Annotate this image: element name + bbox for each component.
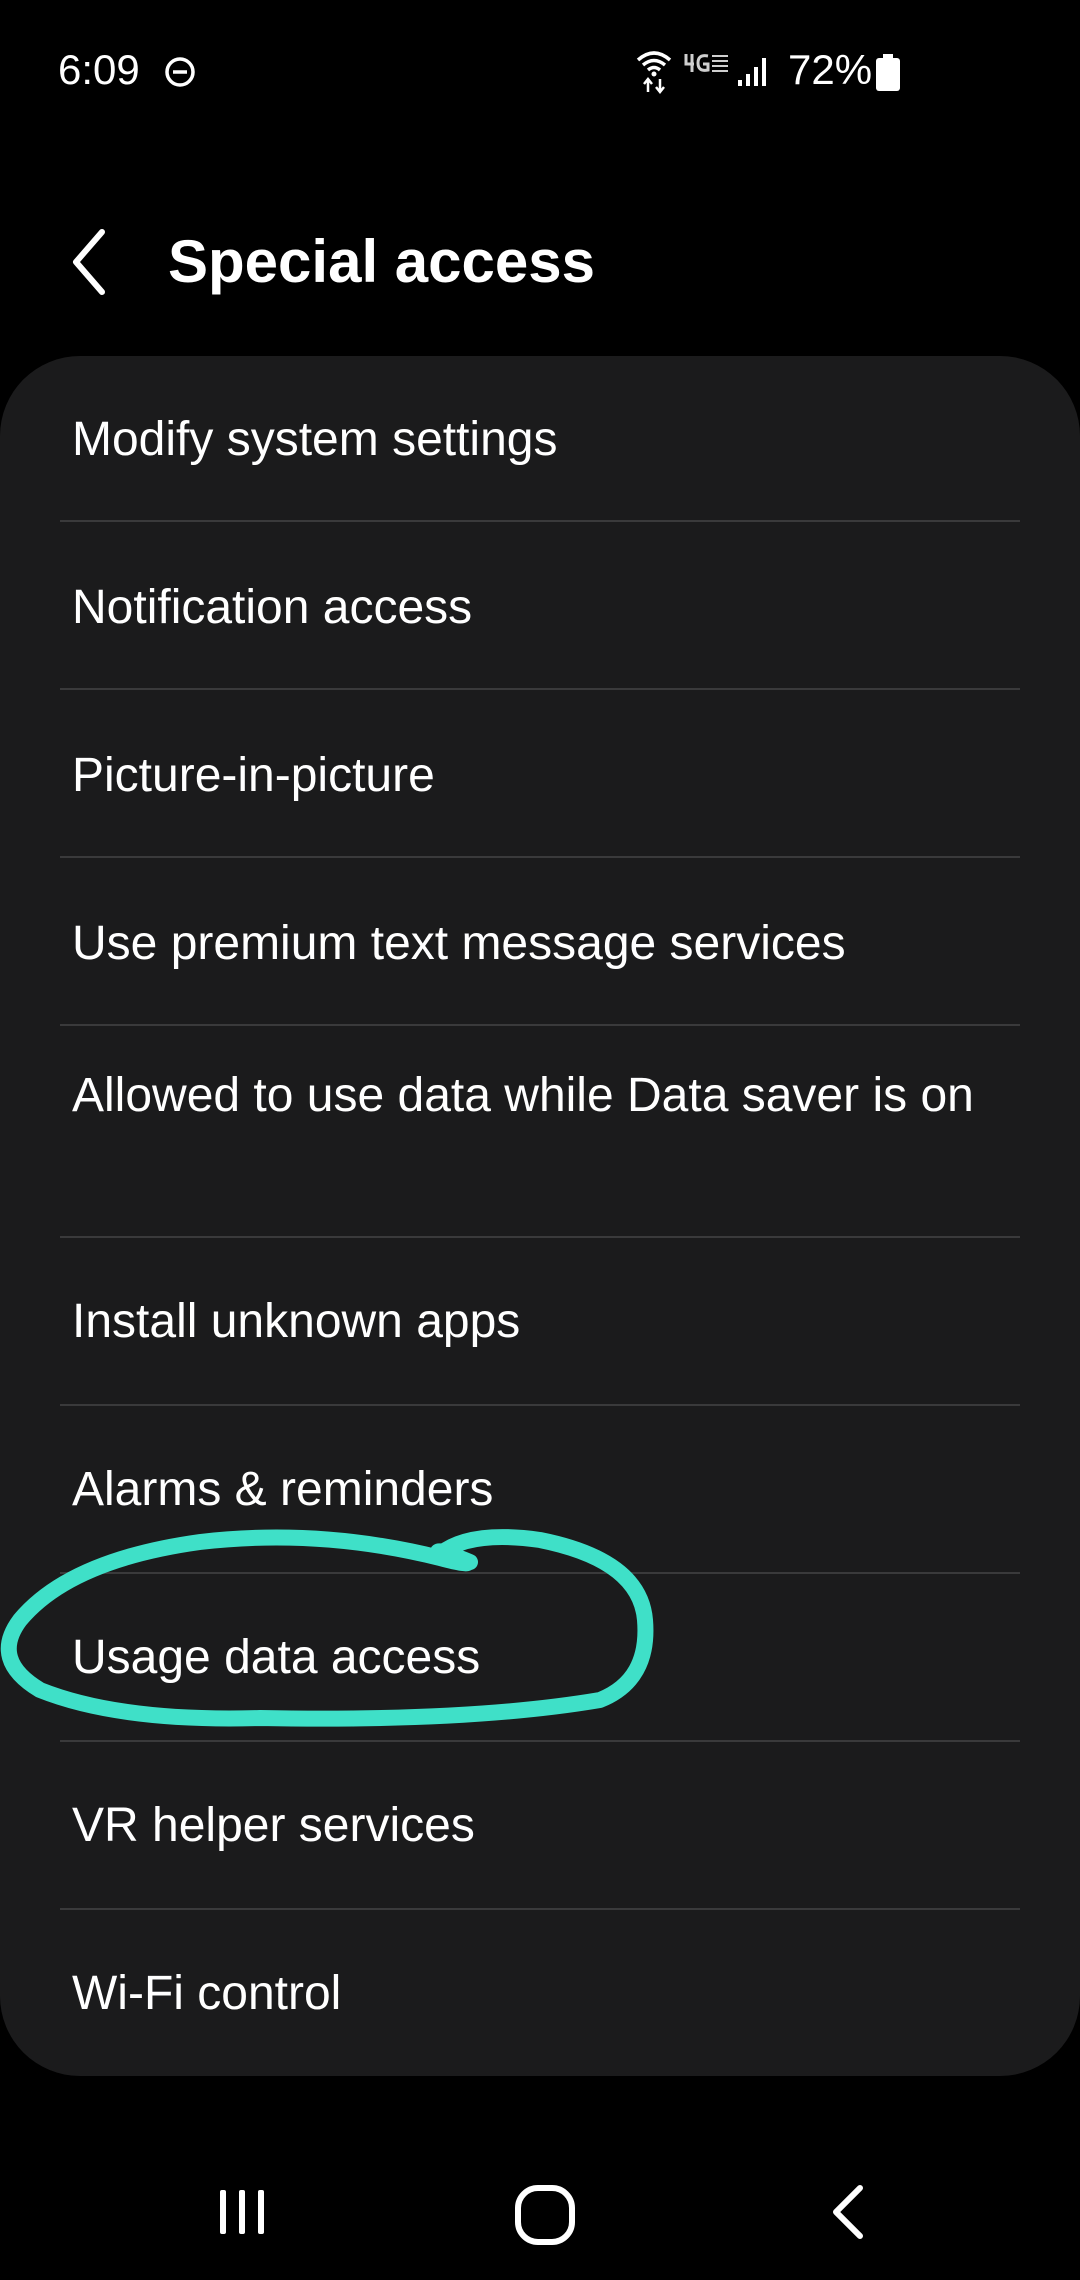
list-item-label: Modify system settings xyxy=(72,413,558,466)
list-item-wifi-control[interactable]: Wi-Fi control xyxy=(0,1910,1080,2076)
list-item-alarms-reminders[interactable]: Alarms & reminders xyxy=(0,1406,1080,1572)
battery-percentage: 72% xyxy=(788,46,873,93)
list-item-label: Alarms & reminders xyxy=(72,1463,494,1516)
list-item-label: Notification access xyxy=(72,581,473,634)
list-item-modify-system-settings[interactable]: Modify system settings xyxy=(0,356,1080,524)
navigation-bar xyxy=(0,2140,1080,2280)
home-icon[interactable] xyxy=(512,2182,578,2248)
status-time: 6:09 xyxy=(58,46,140,93)
list-item-label: Allowed to use data while Data saver is … xyxy=(72,1069,974,1122)
special-access-list: Modify system settings Notification acce… xyxy=(0,356,1080,2076)
recent-apps-icon[interactable] xyxy=(212,2182,272,2242)
list-item-notification-access[interactable]: Notification access xyxy=(0,522,1080,690)
signal-icon xyxy=(738,58,766,86)
list-item-vr-helper-services[interactable]: VR helper services xyxy=(0,1742,1080,1908)
list-item-label: Wi-Fi control xyxy=(72,1967,342,2020)
list-item-label: Install unknown apps xyxy=(72,1295,521,1348)
list-item-label: VR helper services xyxy=(72,1799,475,1852)
do-not-disturb-icon xyxy=(165,57,195,87)
list-item-data-saver-access[interactable]: Allowed to use data while Data saver is … xyxy=(0,1026,1080,1236)
page-title: Special access xyxy=(168,228,596,295)
back-button[interactable] xyxy=(58,222,128,302)
wifi-icon xyxy=(636,51,672,94)
list-item-picture-in-picture[interactable]: Picture-in-picture xyxy=(0,690,1080,858)
list-item-label: Picture-in-picture xyxy=(72,749,435,802)
back-icon[interactable] xyxy=(824,2182,874,2242)
status-bar: 6:09 72% xyxy=(0,0,1080,140)
list-item-premium-text-message[interactable]: Use premium text message services xyxy=(0,858,1080,1026)
list-item-install-unknown-apps[interactable]: Install unknown apps xyxy=(0,1238,1080,1404)
list-item-usage-data-access[interactable]: Usage data access xyxy=(0,1574,1080,1740)
list-item-label: Usage data access xyxy=(72,1631,481,1684)
list-item-label: Use premium text message services xyxy=(72,917,846,970)
battery-icon xyxy=(876,54,900,91)
volte-icon xyxy=(684,54,728,72)
